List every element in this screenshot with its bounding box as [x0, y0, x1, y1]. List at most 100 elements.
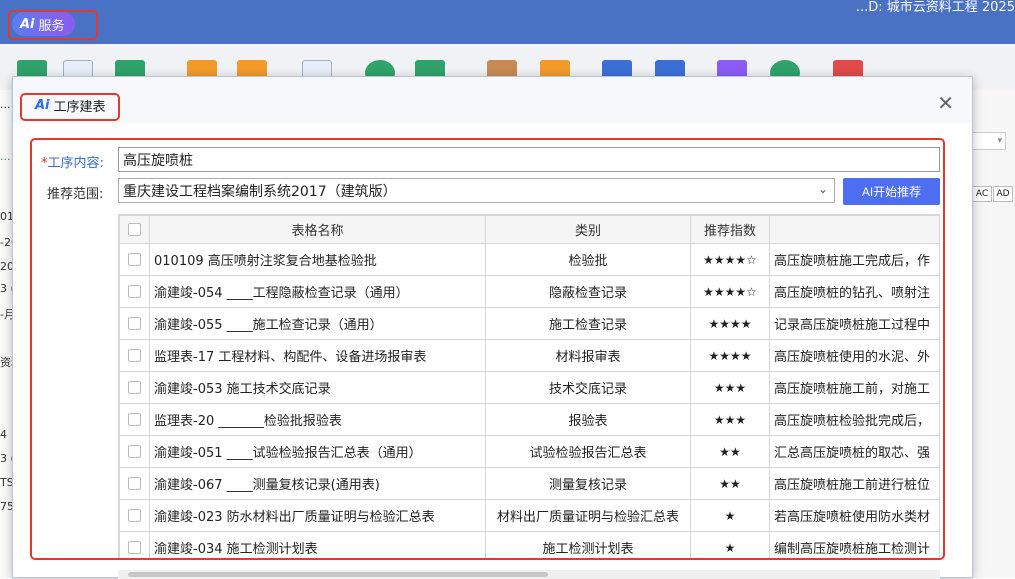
content-label: *工序内容: — [41, 152, 104, 171]
row-form-name: 010109 高压喷射注浆复合地基检验批 — [149, 243, 486, 276]
row-checkbox[interactable] — [128, 445, 141, 458]
row-category: 施工检查记录 — [485, 307, 691, 340]
dialog-header: Ai 工序建表 ✕ — [13, 77, 972, 123]
row-checkbox[interactable] — [128, 381, 141, 394]
row-checkbox[interactable] — [128, 285, 141, 298]
row-category: 检验批 — [485, 243, 691, 276]
table-row[interactable]: 渝建竣-034 施工检测计划表 施工检测计划表 ★ 编制高压旋喷桩施工检测计 — [119, 531, 939, 559]
row-description: 高压旋喷桩施工前，对施工 — [769, 371, 939, 404]
select-all-cell[interactable] — [119, 215, 150, 244]
row-form-name: 渝建竣-051 ____试验检验报告汇总表（通用） — [149, 435, 486, 468]
row-form-name: 监理表-20 _______检验批报验表 — [149, 403, 486, 436]
chevron-down-icon: ⌄ — [817, 182, 828, 196]
ai-service-label: 服务 — [38, 18, 65, 34]
column-header-name: 表格名称 — [149, 215, 486, 244]
row-checkbox-cell[interactable] — [119, 403, 150, 436]
row-description: 高压旋喷桩的钻孔、喷射注 — [769, 275, 939, 308]
row-description: 记录高压旋喷桩施工过程中 — [769, 307, 939, 340]
row-category: 测量复核记录 — [485, 467, 691, 500]
row-checkbox-cell[interactable] — [119, 499, 150, 532]
recommend-range-select[interactable]: 重庆建设工程档案编制系统2017（建筑版） ⌄ — [118, 178, 835, 203]
table-row[interactable]: 监理表-20 _______检验批报验表 报验表 ★★★ 高压旋喷桩检验批完成后， — [119, 403, 939, 436]
ai-logo-icon: Ai — [35, 98, 50, 113]
row-rating: ★ — [690, 531, 770, 559]
row-description: 高压旋喷桩施工完成后，作 — [769, 243, 939, 276]
row-checkbox-cell[interactable] — [119, 243, 150, 276]
table-row[interactable]: 监理表-17 工程材料、构配件、设备进场报审表 材料报审表 ★★★★ 高压旋喷桩使用的… — [119, 339, 939, 372]
left-strip-text: ... — [0, 150, 11, 163]
row-category: 隐蔽检查记录 — [485, 275, 691, 308]
table-header-row: 表格名称 类别 推荐指数 — [119, 215, 939, 244]
app-title-text: ...D: 城市云资料工程 2025 — [855, 0, 1015, 15]
row-checkbox[interactable] — [128, 413, 141, 426]
row-checkbox[interactable] — [128, 477, 141, 490]
row-checkbox-cell[interactable] — [119, 531, 150, 559]
ai-service-button[interactable]: Ai 服务 — [12, 12, 75, 36]
table-row[interactable]: 渝建竣-054 ____工程隐蔽检查记录（通用） 隐蔽检查记录 ★★★★☆ 高压旋喷桩… — [119, 275, 939, 308]
row-description: 若高压旋喷桩使用防水类材 — [769, 499, 939, 532]
table-row[interactable]: 渝建竣-023 防水材料出厂质量证明与检验汇总表 材料出厂质量证明与检验汇总表 ★ 若… — [119, 499, 939, 532]
table-row[interactable]: 渝建竣-067 ____测量复核记录(通用表) 测量复核记录 ★★ 高压旋喷桩施工前进… — [119, 467, 939, 500]
recommend-table: 表格名称 类别 推荐指数 010109 高压喷射注浆复合地基检验批 检验批 ★★★★… — [118, 214, 940, 560]
row-checkbox-cell[interactable] — [119, 371, 150, 404]
chevron-down-icon: ▾ — [997, 136, 1002, 146]
select-all-checkbox[interactable] — [128, 223, 141, 236]
app-titlebar: ...D: 城市云资料工程 2025 Ai 服务 — [0, 0, 1015, 44]
ai-icon: Ai — [20, 16, 35, 32]
row-description: 高压旋喷桩施工前进行桩位 — [769, 467, 939, 500]
row-category: 材料出厂质量证明与检验汇总表 — [485, 499, 691, 532]
column-header-description — [769, 215, 939, 244]
row-rating: ★★★★☆ — [690, 275, 770, 308]
range-label: 推荐范围: — [47, 187, 104, 202]
row-checkbox[interactable] — [128, 349, 141, 362]
row-rating: ★★★★☆ — [690, 243, 770, 276]
row-checkbox-cell[interactable] — [119, 467, 150, 500]
table-row[interactable]: 010109 高压喷射注浆复合地基检验批 检验批 ★★★★☆ 高压旋喷桩施工完成后，作 — [119, 243, 939, 276]
row-checkbox-cell[interactable] — [119, 435, 150, 468]
row-rating: ★★★ — [690, 403, 770, 436]
column-header-category: 类别 — [485, 215, 691, 244]
row-form-name: 渝建竣-055 ____施工检查记录（通用） — [149, 307, 486, 340]
row-form-name: 渝建竣-034 施工检测计划表 — [149, 531, 486, 559]
row-checkbox-cell[interactable] — [119, 307, 150, 340]
row-form-name: 渝建竣-054 ____工程隐蔽检查记录（通用） — [149, 275, 486, 308]
left-strip: ... ... 01 -20 20 3 ( -月 资料 4 3 ( TS 75 — [0, 90, 22, 578]
dialog-title-text: 工序建表 — [53, 100, 106, 115]
row-category: 试验检验报告汇总表 — [485, 435, 691, 468]
close-icon[interactable]: ✕ — [937, 93, 954, 113]
row-rating: ★★ — [690, 435, 770, 468]
dialog-title: Ai 工序建表 — [35, 96, 106, 115]
table-row[interactable]: 渝建竣-051 ____试验检验报告汇总表（通用） 试验检验报告汇总表 ★★ 汇总高压… — [119, 435, 939, 468]
table-row[interactable]: 渝建竣-055 ____施工检查记录（通用） 施工检查记录 ★★★★ 记录高压旋喷桩施… — [119, 307, 939, 340]
range-select-value: 重庆建设工程档案编制系统2017（建筑版） — [123, 184, 397, 200]
row-form-name: 渝建竣-067 ____测量复核记录(通用表) — [149, 467, 486, 500]
table-row[interactable]: 渝建竣-053 施工技术交底记录 技术交底记录 ★★★ 高压旋喷桩施工前，对施工 — [119, 371, 939, 404]
column-header-rating: 推荐指数 — [690, 215, 770, 244]
column-tag-ac[interactable]: AC — [972, 186, 992, 202]
row-form-name: 监理表-17 工程材料、构配件、设备进场报审表 — [149, 339, 486, 372]
row-checkbox[interactable] — [128, 541, 141, 554]
column-tag-ad[interactable]: AD — [993, 186, 1013, 202]
row-rating: ★ — [690, 499, 770, 532]
row-category: 材料报审表 — [485, 339, 691, 372]
row-checkbox[interactable] — [128, 509, 141, 522]
process-table-dialog: Ai 工序建表 ✕ *工序内容: 推荐范围: 重庆建设工程档案编制系统2017（… — [12, 76, 973, 579]
row-description: 高压旋喷桩使用的水泥、外 — [769, 339, 939, 372]
row-rating: ★★ — [690, 467, 770, 500]
row-checkbox-cell[interactable] — [119, 275, 150, 308]
row-rating: ★★★ — [690, 371, 770, 404]
row-description: 汇总高压旋喷桩的取芯、强 — [769, 435, 939, 468]
row-checkbox[interactable] — [128, 317, 141, 330]
process-content-input[interactable] — [118, 147, 940, 172]
scrollbar-thumb[interactable] — [128, 572, 548, 577]
row-checkbox[interactable] — [128, 253, 141, 266]
content-label-text: 工序内容: — [47, 156, 104, 171]
ai-recommend-button[interactable]: AI开始推荐 — [843, 178, 940, 205]
row-rating: ★★★★ — [690, 307, 770, 340]
row-category: 技术交底记录 — [485, 371, 691, 404]
row-checkbox-cell[interactable] — [119, 339, 150, 372]
row-description: 高压旋喷桩检验批完成后， — [769, 403, 939, 436]
row-category: 报验表 — [485, 403, 691, 436]
row-rating: ★★★★ — [690, 339, 770, 372]
row-description: 编制高压旋喷桩施工检测计 — [769, 531, 939, 559]
